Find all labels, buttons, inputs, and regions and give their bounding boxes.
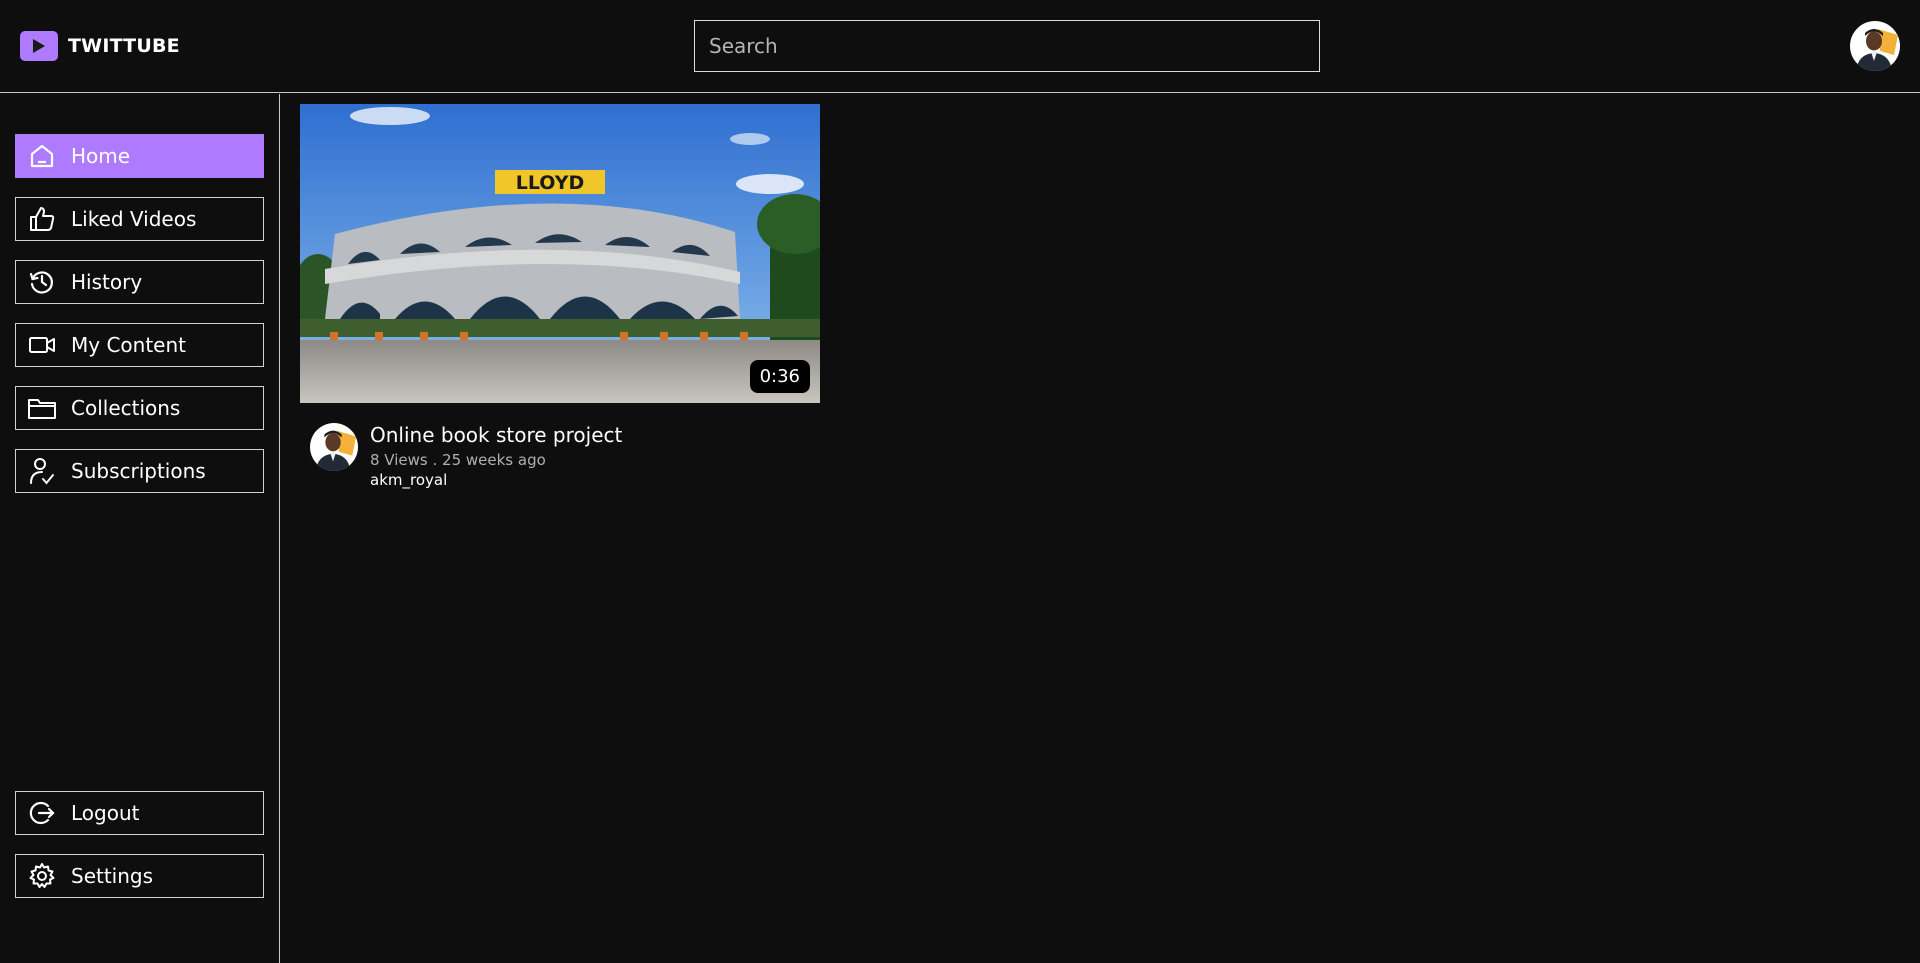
logout-icon bbox=[27, 798, 57, 828]
brand-name: TWITTUBE bbox=[68, 35, 180, 57]
play-icon bbox=[20, 31, 58, 61]
video-duration-badge: 0:36 bbox=[749, 360, 810, 393]
settings-button[interactable]: Settings bbox=[15, 854, 264, 898]
sidebar-item-label: Liked Videos bbox=[71, 207, 197, 231]
thumbnail-sign-text: LLOYD bbox=[516, 172, 585, 194]
sidebar-item-label: Home bbox=[71, 144, 131, 168]
video-thumbnail[interactable]: LLOYD 0:36 bbox=[300, 104, 820, 403]
video-title[interactable]: Online book store project bbox=[370, 423, 622, 447]
video-stats: 8 Views . 25 weeks ago bbox=[370, 451, 546, 469]
gear-icon bbox=[27, 861, 57, 891]
sidebar-item-subscriptions[interactable]: Subscriptions bbox=[15, 449, 264, 493]
sidebar-item-liked-videos[interactable]: Liked Videos bbox=[15, 197, 264, 241]
top-header: TWITTUBE bbox=[0, 0, 1920, 93]
sidebar-item-history[interactable]: History bbox=[15, 260, 264, 304]
settings-label: Settings bbox=[71, 864, 154, 888]
user-avatar[interactable] bbox=[1850, 21, 1900, 71]
video-meta: Online book store project 8 Views . 25 w… bbox=[300, 423, 820, 493]
sidebar-item-my-content[interactable]: My Content bbox=[15, 323, 264, 367]
search-input[interactable] bbox=[694, 20, 1320, 72]
channel-avatar[interactable] bbox=[310, 423, 358, 471]
home-icon bbox=[27, 141, 57, 171]
thumbs-up-icon bbox=[27, 204, 57, 234]
logout-button[interactable]: Logout bbox=[15, 791, 264, 835]
user-check-icon bbox=[27, 456, 57, 486]
sidebar-item-label: My Content bbox=[71, 333, 186, 357]
video-card[interactable]: LLOYD 0:36 Online book store project 8 V… bbox=[300, 104, 820, 493]
video-camera-icon bbox=[27, 330, 57, 360]
sidebar-item-label: Collections bbox=[71, 396, 181, 420]
logout-label: Logout bbox=[71, 801, 140, 825]
sidebar-item-collections[interactable]: Collections bbox=[15, 386, 264, 430]
brand-logo[interactable]: TWITTUBE bbox=[20, 31, 180, 61]
sidebar-item-home[interactable]: Home bbox=[15, 134, 264, 178]
folder-icon bbox=[27, 393, 57, 423]
sidebar: Home Liked Videos History My Content Col… bbox=[0, 94, 280, 963]
sidebar-item-label: History bbox=[71, 270, 143, 294]
channel-name[interactable]: akm_royal bbox=[370, 471, 447, 489]
sidebar-item-label: Subscriptions bbox=[71, 459, 206, 483]
history-icon bbox=[27, 267, 57, 297]
